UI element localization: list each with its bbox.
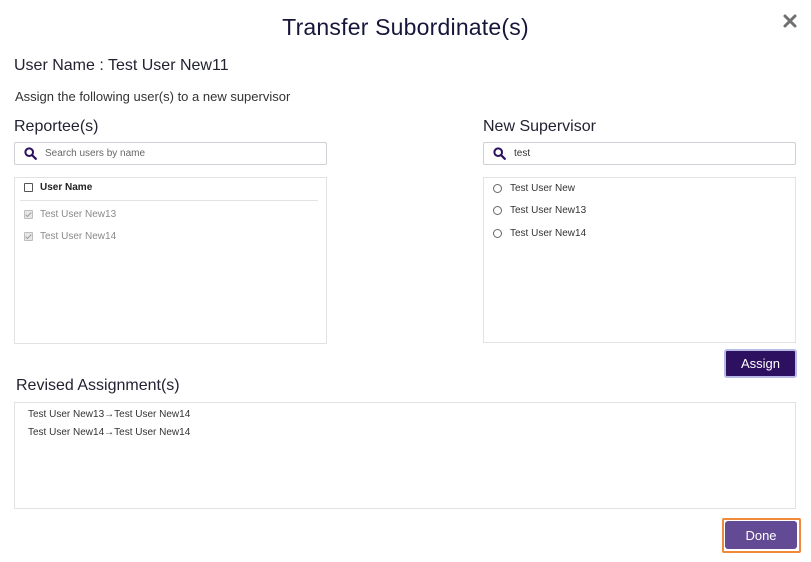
supervisor-search-input[interactable] bbox=[514, 148, 795, 159]
select-all-checkbox[interactable] bbox=[24, 183, 33, 192]
checkbox-icon bbox=[24, 210, 33, 219]
reportee-list-header: User Name bbox=[24, 182, 92, 193]
reportee-search bbox=[14, 142, 327, 165]
revised-assignment-item: Test User New13→Test User New14 bbox=[28, 409, 191, 420]
revised-assignment-item: Test User New14→Test User New14 bbox=[28, 427, 191, 438]
checkbox-icon bbox=[24, 232, 33, 241]
dialog-title: Transfer Subordinate(s) bbox=[282, 14, 529, 40]
done-button[interactable]: Done bbox=[725, 521, 797, 549]
close-icon[interactable] bbox=[782, 13, 798, 29]
revised-assignments-label: Revised Assignment(s) bbox=[16, 377, 180, 394]
reportee-item: Test User New13 bbox=[24, 209, 116, 220]
search-icon bbox=[24, 147, 37, 160]
radio-icon[interactable] bbox=[493, 229, 502, 238]
reportees-label: Reportee(s) bbox=[14, 118, 99, 135]
supervisor-option[interactable]: Test User New bbox=[493, 183, 575, 194]
supervisor-option-label: Test User New bbox=[510, 183, 576, 194]
divider bbox=[20, 200, 318, 201]
radio-icon[interactable] bbox=[493, 206, 502, 215]
reportee-search-input[interactable] bbox=[45, 148, 326, 159]
revised-assignments-panel: Test User New13→Test User New14 Test Use… bbox=[14, 402, 796, 509]
reportee-list: User Name Test User New13 Test User New1… bbox=[14, 177, 327, 344]
assign-button[interactable]: Assign bbox=[724, 349, 797, 378]
supervisor-option-label: Test User New14 bbox=[510, 228, 587, 239]
user-name-column-header: User Name bbox=[40, 182, 93, 193]
supervisor-option[interactable]: Test User New13 bbox=[493, 205, 586, 216]
instructions-text: Assign the following user(s) to a new su… bbox=[15, 89, 291, 104]
supervisor-option-label: Test User New13 bbox=[510, 205, 587, 216]
new-supervisor-label: New Supervisor bbox=[483, 118, 596, 135]
reportee-item-label: Test User New14 bbox=[40, 231, 117, 242]
supervisor-search bbox=[483, 142, 796, 165]
search-icon bbox=[493, 147, 506, 160]
radio-icon[interactable] bbox=[493, 184, 502, 193]
user-name-label: User Name : Test User New11 bbox=[14, 57, 229, 74]
supervisor-option[interactable]: Test User New14 bbox=[493, 228, 586, 239]
reportee-item-label: Test User New13 bbox=[40, 209, 117, 220]
reportee-item: Test User New14 bbox=[24, 231, 116, 242]
supervisor-list: Test User New Test User New13 Test User … bbox=[483, 177, 796, 343]
